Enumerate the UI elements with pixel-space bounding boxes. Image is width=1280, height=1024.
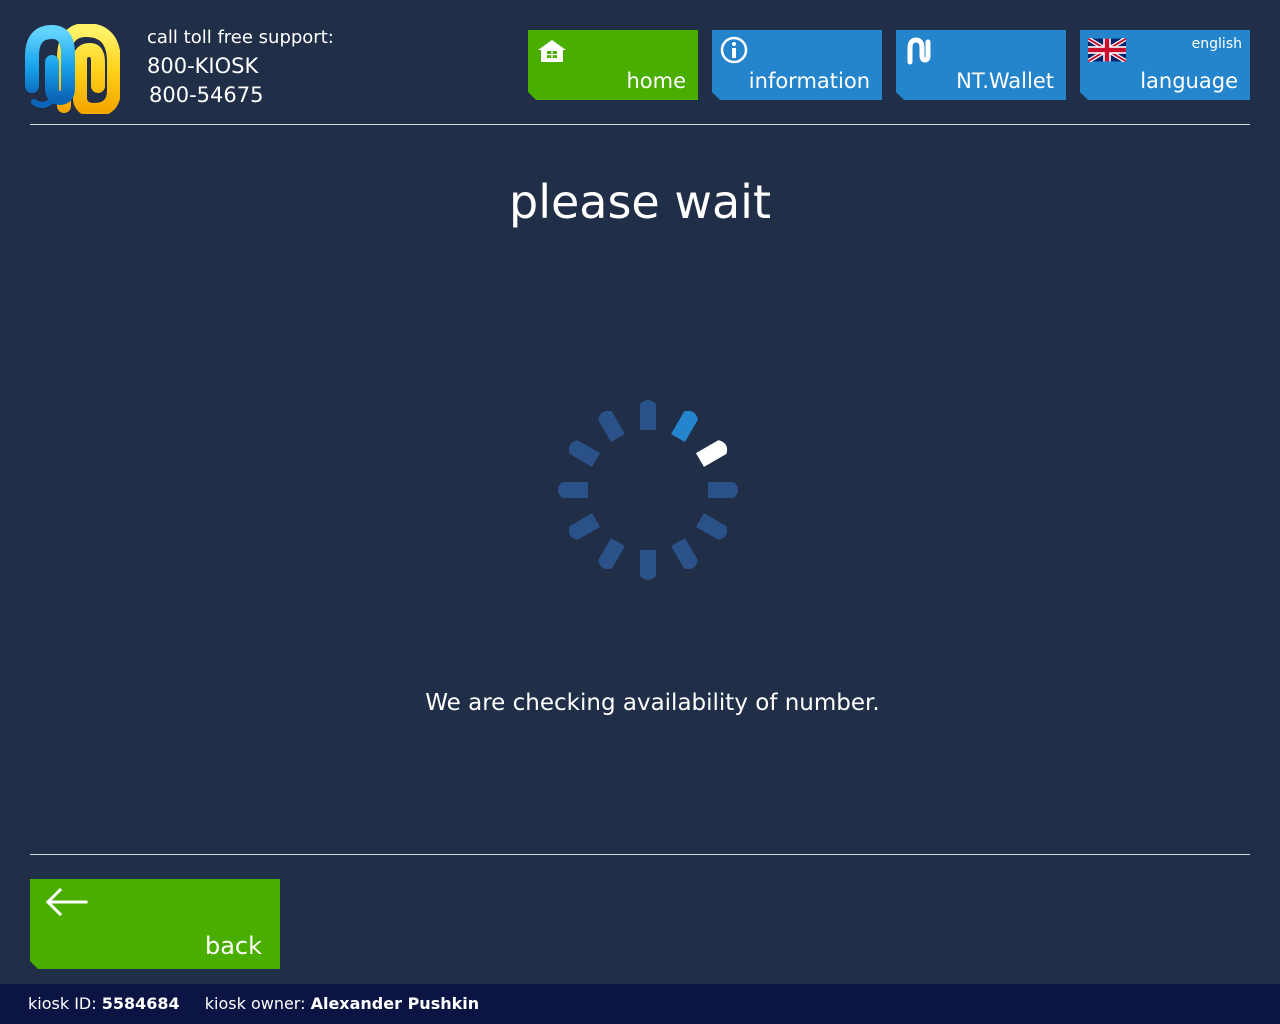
loading-spinner-icon [548,390,748,590]
back-button[interactable]: back [30,879,280,969]
wallet-logo-icon [904,36,936,66]
spinner-segment [695,513,728,540]
kiosk-owner-label: kiosk owner: [204,994,306,1013]
footer-bar: kiosk ID: 5584684 kiosk owner: Alexander… [0,984,1280,1024]
kiosk-owner: kiosk owner: Alexander Pushkin [205,984,479,1024]
uk-flag-icon [1088,38,1126,62]
status-message: We are checking availability of number. [425,690,880,716]
spinner-segment [640,550,656,580]
kiosk-logo-icon [24,23,121,117]
spinner-segment [568,440,601,467]
info-icon [720,36,752,66]
spinner-segment [671,410,698,443]
arrow-left-icon [44,887,92,917]
kiosk-owner-value: Alexander Pushkin [310,994,480,1013]
spinner-segment [598,537,625,570]
support-phone-primary: 800-KIOSK [147,54,259,78]
page-title: please wait [509,175,771,229]
kiosk-id-value: 5584684 [101,994,180,1013]
support-phone-secondary: 800-54675 [149,83,264,107]
information-button[interactable]: information [712,30,882,100]
language-button[interactable]: english language [1080,30,1250,100]
kiosk-id-label: kiosk ID: [28,994,97,1013]
kiosk-id: kiosk ID: 5584684 [28,984,180,1024]
home-label: home [626,69,686,93]
nt-wallet-label: NT.Wallet [956,69,1054,93]
spinner-segment [598,410,625,443]
spinner-segment [568,513,601,540]
nt-wallet-button[interactable]: NT.Wallet [896,30,1066,100]
current-language: english [1191,36,1242,52]
spinner-segment [695,440,728,467]
support-label: call toll free support: [147,27,334,48]
information-label: information [748,69,870,93]
spinner-segment [640,400,656,430]
language-label: language [1140,69,1238,93]
back-label: back [204,932,262,960]
spinner-segment [671,537,698,570]
spinner-segment [558,482,588,498]
spinner-segment [708,482,738,498]
home-icon [536,36,568,66]
header-divider [30,124,1250,125]
support-info: call toll free support: 800-KIOSK 800-54… [147,26,334,110]
home-button[interactable]: home [528,30,698,100]
footer-divider [30,854,1250,855]
